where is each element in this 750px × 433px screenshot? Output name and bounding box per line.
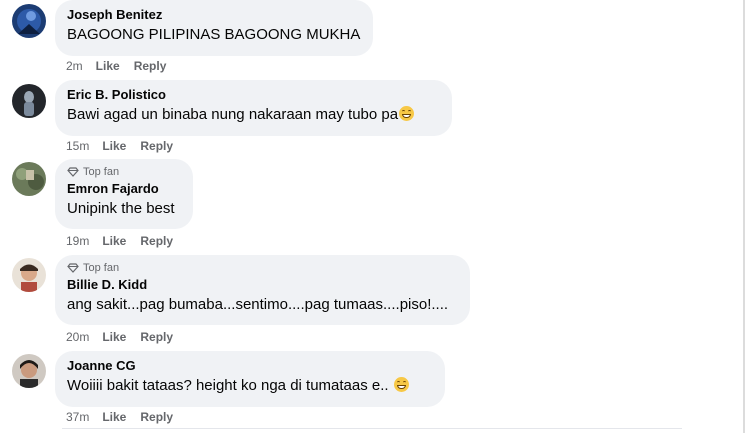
comment-actions: 2m Like Reply [66, 59, 180, 73]
like-button[interactable]: Like [102, 410, 126, 424]
grinning-face-emoji-icon [399, 106, 415, 121]
comment-text: Woiiii bakit tataas? height ko nga di tu… [67, 376, 433, 396]
comment-bubble: Joseph Benitez BAGOONG PILIPINAS BAGOONG… [55, 0, 373, 56]
diamond-icon [67, 167, 79, 177]
commenter-name[interactable]: Eric B. Polistico [67, 87, 440, 103]
avatar[interactable] [12, 4, 46, 38]
window-edge [743, 0, 745, 433]
top-fan-label: Top fan [83, 262, 120, 274]
comment-actions: 37m Like Reply [66, 410, 187, 424]
commenter-name[interactable]: Joseph Benitez [67, 7, 361, 23]
comment-bubble: Top fan Emron Fajardo Unipink the best [55, 159, 193, 229]
comment-text: ang sakit...pag bumaba...sentimo....pag … [67, 296, 449, 313]
comment-text: BAGOONG PILIPINAS BAGOONG MUKHA [67, 26, 361, 43]
comment-bubble: Top fan Billie D. Kidd ang sakit...pag b… [55, 255, 470, 325]
reply-button[interactable]: Reply [140, 410, 173, 424]
like-button[interactable]: Like [96, 59, 120, 73]
comment-time[interactable]: 15m [66, 139, 89, 153]
reply-button[interactable]: Reply [134, 59, 167, 73]
comment-time[interactable]: 20m [66, 330, 89, 344]
avatar[interactable] [12, 162, 46, 196]
avatar[interactable] [12, 258, 46, 292]
commenter-name[interactable]: Emron Fajardo [67, 181, 181, 197]
top-fan-label: Top fan [83, 166, 120, 178]
avatar[interactable] [12, 354, 46, 388]
reply-button[interactable]: Reply [140, 139, 173, 153]
commenter-name[interactable]: Billie D. Kidd [67, 277, 458, 293]
comment-actions: 20m Like Reply [66, 330, 187, 344]
reply-button[interactable]: Reply [140, 234, 173, 248]
comment-bubble: Joanne CG Woiiii bakit tataas? height ko… [55, 351, 445, 407]
like-button[interactable]: Like [102, 330, 126, 344]
top-fan-badge: Top fan [67, 262, 458, 274]
diamond-icon [67, 263, 79, 273]
top-fan-badge: Top fan [67, 166, 181, 178]
avatar[interactable] [12, 84, 46, 118]
comment-time[interactable]: 19m [66, 234, 89, 248]
comment-text: Bawi agad un binaba nung nakaraan may tu… [67, 105, 440, 125]
comment-time[interactable]: 37m [66, 410, 89, 424]
commenter-name[interactable]: Joanne CG [67, 358, 433, 374]
grinning-face-emoji-icon [393, 377, 409, 392]
comment-text-content: Woiiii bakit tataas? height ko nga di tu… [67, 377, 389, 394]
comment-text-content: Bawi agad un binaba nung nakaraan may tu… [67, 106, 399, 123]
divider [62, 428, 682, 429]
comment-actions: 19m Like Reply [66, 234, 187, 248]
comment-bubble: Eric B. Polistico Bawi agad un binaba nu… [55, 80, 452, 136]
comment-text: Unipink the best [67, 200, 175, 217]
like-button[interactable]: Like [102, 139, 126, 153]
like-button[interactable]: Like [102, 234, 126, 248]
reply-button[interactable]: Reply [140, 330, 173, 344]
comment-time[interactable]: 2m [66, 59, 83, 73]
comment-actions: 15m Like Reply [66, 139, 187, 153]
